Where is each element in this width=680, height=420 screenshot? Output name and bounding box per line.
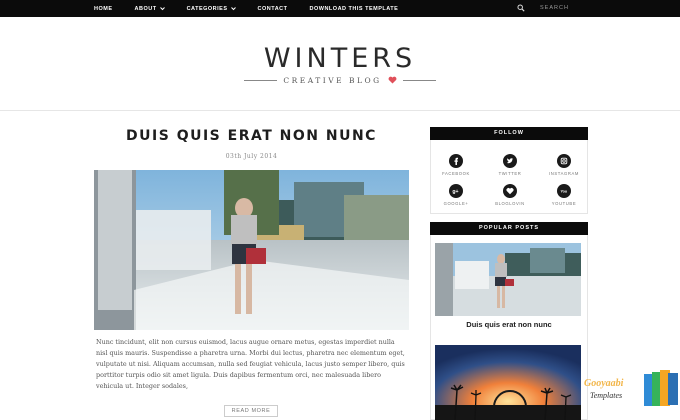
divider <box>244 79 278 81</box>
tagline-row: CREATIVE BLOG <box>244 75 436 85</box>
nav-item-download[interactable]: Download This Template <box>310 6 399 12</box>
nav-item-contact[interactable]: Contact <box>258 6 288 12</box>
nav-item-label: Home <box>94 5 113 12</box>
social-label: Google+ <box>443 201 469 206</box>
main-nav: Home About Categories Contact Download T… <box>94 0 420 17</box>
heart-icon <box>388 76 397 84</box>
social-label: Youtube <box>551 201 577 206</box>
nav-item-label: About <box>134 5 157 12</box>
site-header: WINTERS CREATIVE BLOG <box>0 17 680 111</box>
watermark-badge: Gooyaabi Templates <box>580 368 680 415</box>
top-navigation-bar: Home About Categories Contact Download T… <box>0 0 680 17</box>
search-icon[interactable] <box>517 4 525 12</box>
social-instagram[interactable]: Instagram <box>541 154 587 176</box>
social-label: Bloglovin <box>495 201 525 206</box>
social-label: Facebook <box>442 171 470 176</box>
nav-item-label: Categories <box>186 5 228 12</box>
site-logo[interactable]: WINTERS <box>0 43 680 74</box>
chevron-down-icon <box>159 7 165 11</box>
instagram-icon <box>560 157 568 165</box>
youtube-icon: You <box>560 190 567 194</box>
social-label: Instagram <box>549 171 579 176</box>
popular-post-title[interactable]: Duis quis erat non nunc <box>430 320 588 329</box>
social-twitter[interactable]: Twitter <box>487 154 533 176</box>
search-input[interactable] <box>540 2 620 14</box>
nav-item-home[interactable]: Home <box>94 6 113 12</box>
popular-posts-title: Popular Posts <box>430 222 588 235</box>
svg-text:You: You <box>560 190 567 194</box>
post-excerpt: Nunc tincidunt, elit non cursus euismod,… <box>96 338 405 391</box>
read-more-button[interactable]: Read More <box>224 405 278 417</box>
post-title[interactable]: Duis quis erat non nunc <box>94 128 409 144</box>
social-youtube[interactable]: You Youtube <box>541 184 587 206</box>
social-facebook[interactable]: Facebook <box>433 154 479 176</box>
nav-item-label: Download This Template <box>309 5 399 12</box>
social-googleplus[interactable]: g+ Google+ <box>433 184 479 206</box>
nav-item-categories[interactable]: Categories <box>187 6 236 12</box>
svg-text:Templates: Templates <box>590 391 622 400</box>
bloglovin-icon <box>506 187 514 195</box>
popular-post-thumbnail[interactable] <box>435 345 581 420</box>
chevron-down-icon <box>230 7 236 11</box>
nav-item-label: Contact <box>257 5 288 12</box>
post-date: 03th July 2014 <box>225 153 278 160</box>
twitter-icon <box>506 158 514 164</box>
facebook-icon <box>454 157 458 165</box>
post-featured-image[interactable] <box>94 170 409 330</box>
googleplus-icon: g+ <box>452 189 458 195</box>
divider <box>402 79 436 81</box>
social-label: Twitter <box>498 171 522 176</box>
site-tagline: CREATIVE BLOG <box>283 75 382 85</box>
nav-item-about[interactable]: About <box>135 6 165 12</box>
popular-post-thumbnail[interactable] <box>435 243 581 316</box>
svg-text:g+: g+ <box>452 189 458 195</box>
follow-widget-title: Follow <box>430 127 588 140</box>
svg-text:Gooyaabi: Gooyaabi <box>584 378 624 389</box>
social-bloglovin[interactable]: Bloglovin <box>487 184 533 206</box>
follow-widget: Facebook Twitter Instagram g+ Google+ Bl… <box>430 140 588 214</box>
